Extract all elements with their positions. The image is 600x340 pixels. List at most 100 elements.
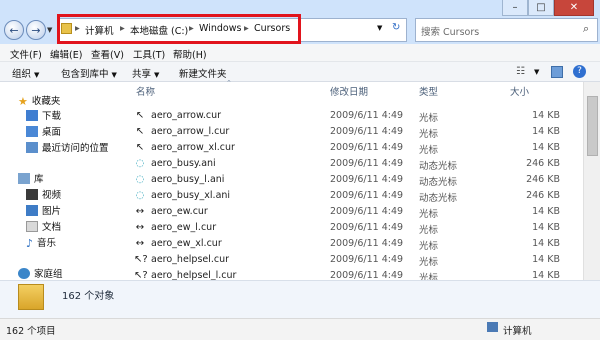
view-dropdown-icon[interactable]: ▼: [534, 68, 539, 76]
file-name: aero_busy_l.ani: [151, 174, 225, 185]
file-type: 动态光标: [419, 193, 458, 204]
file-name: aero_helpsel.cur: [151, 254, 230, 265]
sidebar-item-documents[interactable]: 文档: [26, 219, 61, 233]
downloads-label: 下载: [42, 111, 62, 122]
file-size: 14 KB: [532, 254, 560, 265]
column-header-size[interactable]: 大小: [510, 84, 529, 98]
minimize-button[interactable]: –: [502, 0, 528, 16]
busy-ring-icon: ◌: [135, 190, 145, 201]
file-size: 246 KB: [526, 158, 560, 169]
address-history-dropdown-icon[interactable]: ▼: [377, 24, 382, 32]
scrollbar-thumb[interactable]: [587, 96, 598, 156]
file-row[interactable]: ↖? aero_helpsel.cur 2009/6/11 4:49 光标 14 KB: [122, 252, 580, 268]
forward-button[interactable]: →: [26, 20, 46, 40]
file-row[interactable]: ↖ aero_arrow.cur 2009/6/11 4:49 光标 14 KB: [122, 108, 580, 124]
pane-splitter[interactable]: [116, 82, 120, 280]
file-row[interactable]: ◌ aero_busy_l.ani 2009/6/11 4:49 动态光标 246 KB: [122, 172, 580, 188]
pictures-label: 图片: [42, 206, 62, 217]
address-highlight-box: [57, 14, 301, 44]
computer-icon: [487, 322, 498, 332]
vertical-scrollbar[interactable]: [583, 82, 600, 280]
include-in-library-button[interactable]: 包含到库中 ▼: [61, 66, 117, 80]
menu-view[interactable]: 查看(V): [91, 47, 124, 61]
busy-ring-icon: ◌: [135, 158, 145, 169]
menu-help[interactable]: 帮助(H): [173, 47, 207, 61]
file-name: aero_arrow_l.cur: [151, 126, 230, 137]
file-size: 14 KB: [532, 206, 560, 217]
file-date: 2009/6/11 4:49: [330, 174, 404, 185]
file-name: aero_arrow_xl.cur: [151, 142, 235, 153]
status-item-count: 162 个项目: [6, 326, 56, 337]
homegroup-icon: [18, 267, 30, 279]
sidebar-item-pictures[interactable]: 图片: [26, 203, 61, 217]
sidebar-item-music[interactable]: ♪ 音乐: [26, 235, 56, 250]
music-note-icon: ♪: [26, 236, 34, 250]
file-size: 14 KB: [532, 142, 560, 153]
file-row[interactable]: ↔ aero_ew_xl.cur 2009/6/11 4:49 光标 14 KB: [122, 236, 580, 252]
recent-places-icon: [26, 141, 38, 153]
file-row[interactable]: ↖ aero_arrow_l.cur 2009/6/11 4:49 光标 14 KB: [122, 124, 580, 140]
help-icon[interactable]: ?: [573, 65, 586, 78]
resize-ew-icon: ↔: [135, 206, 145, 217]
menu-tools[interactable]: 工具(T): [133, 47, 165, 61]
desktop-label: 桌面: [42, 127, 62, 138]
file-row[interactable]: ↖ aero_arrow_xl.cur 2009/6/11 4:49 光标 14 KB: [122, 140, 580, 156]
file-type: 光标: [419, 257, 439, 268]
homegroup-label: 家庭组: [34, 269, 63, 280]
menu-file[interactable]: 文件(F): [10, 47, 42, 61]
file-type: 光标: [419, 209, 439, 220]
menu-edit[interactable]: 编辑(E): [50, 47, 82, 61]
sidebar-item-desktop[interactable]: 桌面: [26, 124, 61, 138]
refresh-icon[interactable]: ↻: [392, 22, 400, 33]
favorites-label: 收藏夹: [31, 96, 61, 107]
file-size: 14 KB: [532, 126, 560, 137]
menu-bar: [0, 44, 600, 62]
details-item-count: 162 个对象: [62, 291, 115, 302]
organize-button[interactable]: 组织 ▼: [12, 66, 39, 80]
column-header-date[interactable]: 修改日期: [330, 84, 368, 98]
file-date: 2009/6/11 4:49: [330, 206, 404, 217]
back-button[interactable]: ←: [4, 20, 24, 40]
file-row[interactable]: ◌ aero_busy_xl.ani 2009/6/11 4:49 动态光标 246 K…: [122, 188, 580, 204]
sidebar-item-videos[interactable]: 视频: [26, 187, 61, 201]
sidebar-item-favorites[interactable]: ★ 收藏夹: [18, 93, 61, 108]
organize-label: 组织: [12, 69, 32, 80]
close-button[interactable]: ✕: [554, 0, 594, 16]
resize-ew-icon: ↔: [135, 238, 145, 249]
search-input[interactable]: 搜索 Cursors: [421, 24, 479, 38]
file-type: 光标: [419, 145, 439, 156]
file-row[interactable]: ↔ aero_ew.cur 2009/6/11 4:49 光标 14 KB: [122, 204, 580, 220]
sidebar-item-libraries[interactable]: 库: [18, 171, 44, 185]
recent-pages-dropdown-icon[interactable]: ▼: [47, 26, 52, 34]
column-header-name[interactable]: 名称: [136, 84, 155, 98]
maximize-button[interactable]: □: [528, 0, 554, 16]
view-options-icon[interactable]: ☷: [516, 66, 525, 77]
documents-label: 文档: [42, 222, 62, 233]
resize-ew-icon: ↔: [135, 222, 145, 233]
search-icon[interactable]: ⌕: [583, 22, 589, 36]
file-row[interactable]: ↔ aero_ew_l.cur 2009/6/11 4:49 光标 14 KB: [122, 220, 580, 236]
status-location: 计算机: [503, 326, 532, 337]
downloads-icon: [26, 109, 38, 121]
file-date: 2009/6/11 4:49: [330, 238, 404, 249]
file-row[interactable]: ◌ aero_busy.ani 2009/6/11 4:49 动态光标 246 KB: [122, 156, 580, 172]
share-label: 共享: [132, 69, 152, 80]
file-type: 光标: [419, 241, 439, 252]
share-button[interactable]: 共享 ▼: [132, 66, 159, 80]
chevron-down-icon: ▼: [34, 71, 40, 79]
file-date: 2009/6/11 4:49: [330, 126, 404, 137]
file-date: 2009/6/11 4:49: [330, 254, 404, 265]
window-controls: – □ ✕: [502, 0, 594, 16]
file-type: 光标: [419, 113, 439, 124]
sidebar-item-homegroup[interactable]: 家庭组: [18, 266, 63, 280]
file-size: 14 KB: [532, 222, 560, 233]
documents-icon: [26, 220, 38, 232]
sidebar-item-recent-places[interactable]: 最近访问的位置: [26, 140, 109, 154]
preview-pane-icon[interactable]: [551, 66, 563, 78]
file-size: 14 KB: [532, 238, 560, 249]
sidebar-item-downloads[interactable]: 下载: [26, 108, 61, 122]
new-folder-button[interactable]: 新建文件夹: [179, 66, 227, 80]
column-header-type[interactable]: 类型: [419, 84, 438, 98]
include-label: 包含到库中: [61, 69, 109, 80]
file-type: 光标: [419, 225, 439, 236]
